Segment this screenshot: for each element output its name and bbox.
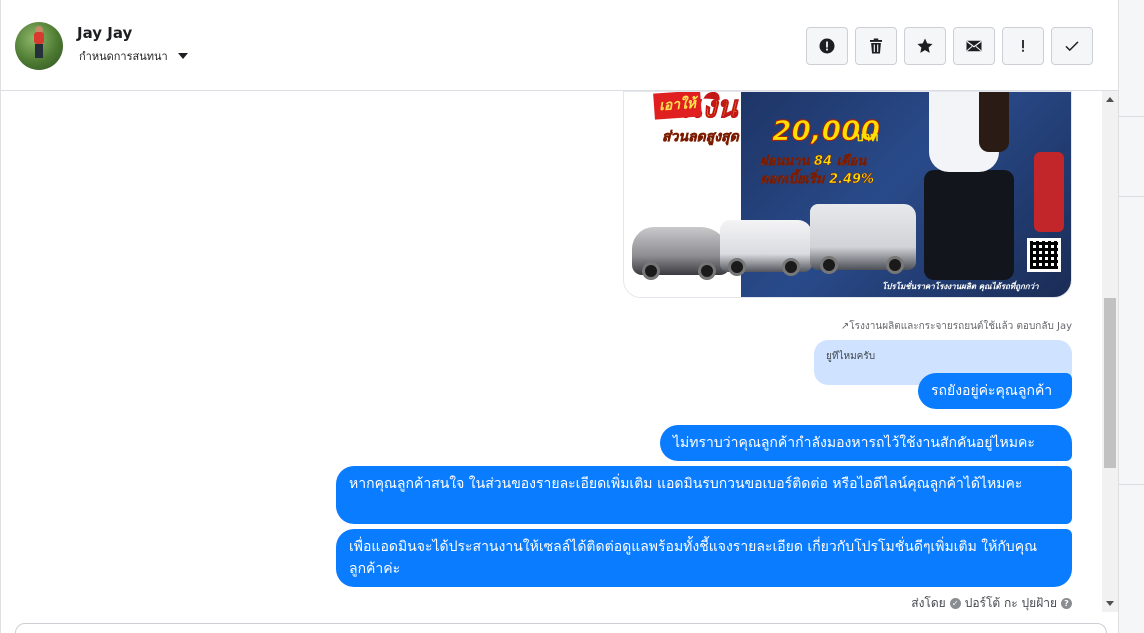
scroll-up-arrow[interactable]: [1106, 97, 1114, 102]
right-sidebar-edge: [1118, 0, 1144, 633]
message-bubble[interactable]: ไม่ทราบว่าคุณลูกค้ากำลังมองหารถไว้ใช้งาน…: [660, 425, 1072, 461]
assign-label: กำหนดการสนทนา: [79, 50, 168, 63]
important-button[interactable]: [1002, 27, 1044, 65]
ad-discount-label: ส่วนลดสูงสุด: [662, 129, 739, 146]
person-graphic: [924, 170, 1014, 280]
envelope-icon: [966, 40, 982, 52]
mark-done-button[interactable]: [1051, 27, 1093, 65]
ad-badge: เอาให้: [653, 92, 702, 120]
star-icon: [917, 38, 933, 53]
message-scrollbar[interactable]: [1102, 91, 1118, 612]
sender-name[interactable]: ปอร์โต้ กะ ปุยฝ้าย: [965, 594, 1057, 613]
ad-footer: โปรโมชั่นราคาโรงงานผลิต คุณได้รถที่ถูกกว…: [882, 282, 1039, 291]
scroll-down-arrow[interactable]: [1106, 601, 1114, 606]
report-button[interactable]: [806, 27, 848, 65]
ad-interest: ดอกเบี้ยเริ่ม 2.49%: [760, 172, 875, 188]
ad-discount-unit: บาท: [856, 130, 879, 144]
sent-by-prefix: ส่งโดย: [911, 596, 946, 610]
exclamation-circle-icon: [819, 38, 835, 54]
avatar[interactable]: [15, 22, 63, 70]
car-seat-graphic: [1034, 152, 1064, 232]
message-bubble[interactable]: รถยังอยู่ค่ะคุณลูกค้า: [918, 373, 1072, 409]
delete-button[interactable]: [855, 27, 897, 65]
qr-code: [1027, 238, 1061, 272]
message-bubble[interactable]: เพื่อแอดมินจะได้ประสานงานให้เซลล์ได้ติดต…: [336, 529, 1072, 587]
action-toolbar: [806, 27, 1093, 65]
mark-unread-button[interactable]: [953, 27, 995, 65]
conversation-header: Jay Jay กำหนดการสนทนา: [1, 0, 1118, 91]
verified-icon: ✓: [949, 598, 961, 609]
exclamation-icon: [1022, 40, 1024, 52]
message-composer[interactable]: [15, 623, 1107, 633]
conversation-panel: Jay Jay กำหนดการสนทนา เอาให้ ส่วนลดสูงสุ…: [0, 0, 1118, 633]
contact-name[interactable]: Jay Jay: [77, 24, 132, 42]
check-icon: [1065, 41, 1079, 52]
reply-meta: ↗โรงงานผลิตและกระจายรถยนต์ใช้แล้ว ตอบกลั…: [840, 321, 1072, 332]
trash-icon: [870, 38, 882, 54]
star-button[interactable]: [904, 27, 946, 65]
scrollbar-thumb[interactable]: [1104, 298, 1116, 468]
message-bubble[interactable]: หากคุณลูกค้าสนใจ ในส่วนของรายละเอียดเพิ่…: [336, 466, 1072, 524]
caret-down-icon: [177, 53, 188, 59]
ad-image-attachment[interactable]: พรีเงิน เอาให้ ส่วนลดสูงสุด 20,000 บาท ผ…: [623, 91, 1072, 298]
assign-conversation-dropdown[interactable]: กำหนดการสนทนา: [79, 47, 188, 65]
sent-by-line: ส่งโดย ✓ ปอร์โต้ กะ ปุยฝ้าย ?: [701, 594, 1072, 613]
help-icon[interactable]: ?: [1061, 598, 1072, 609]
